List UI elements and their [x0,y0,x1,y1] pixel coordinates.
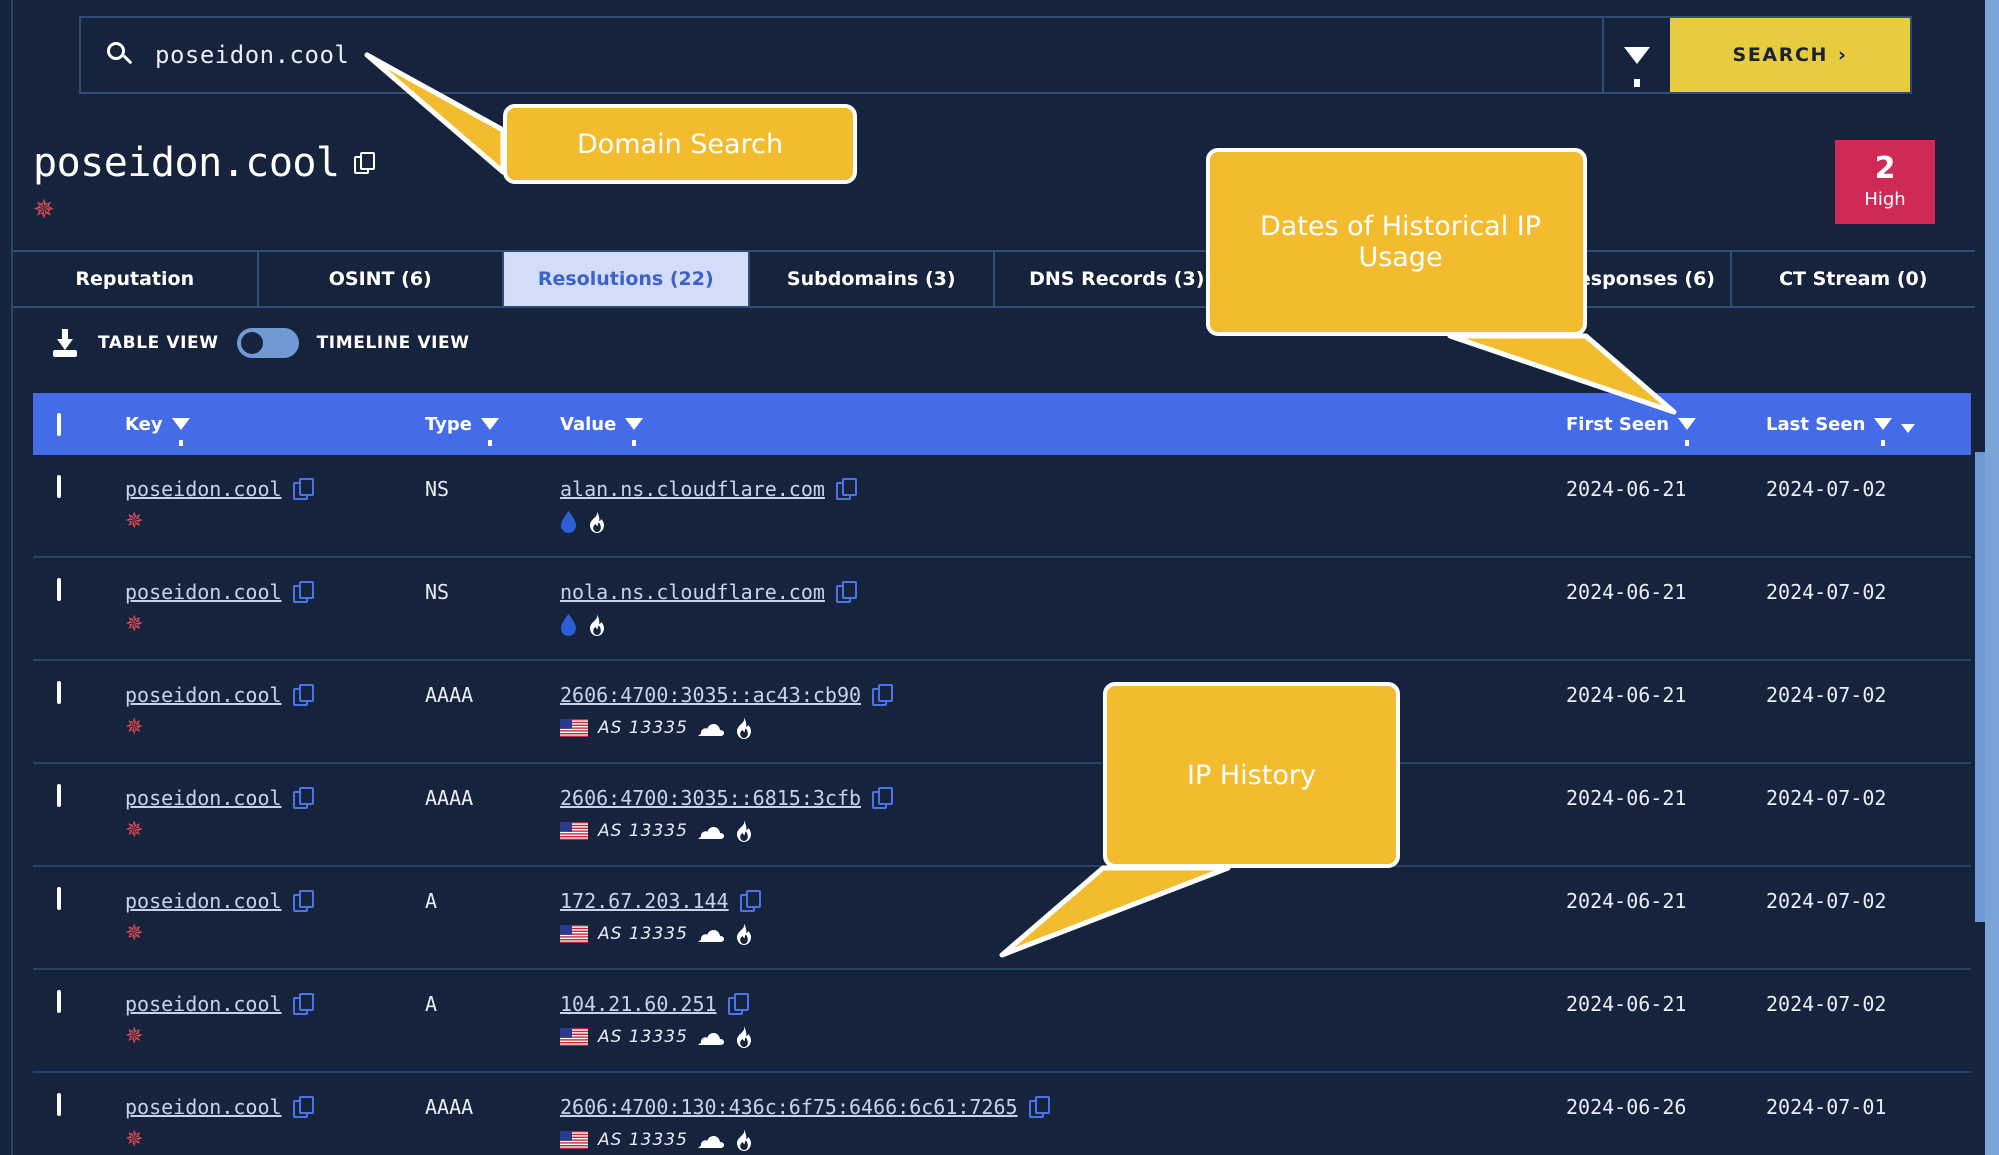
callout-tails [364,52,1677,958]
app-root: poseidon.cool SEARCH › poseidon.cool ✵ 2… [0,0,1999,1155]
